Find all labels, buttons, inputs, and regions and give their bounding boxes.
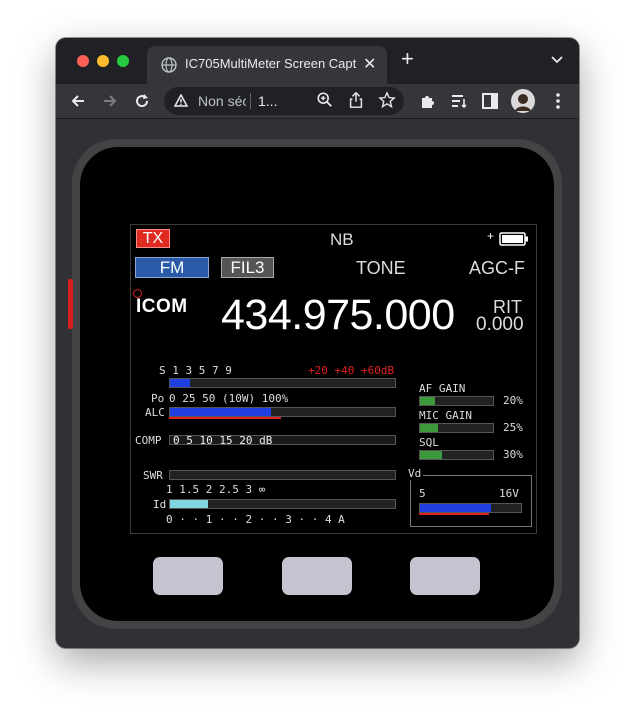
reload-icon[interactable] xyxy=(132,91,152,111)
vd-box xyxy=(410,475,532,527)
radio-device: TX NB + FM FIL3 TONE AGC-F ICOM 434.975.… xyxy=(68,139,562,629)
swr-scale: 1 1.5 2 2.5 3 ∞ xyxy=(166,483,266,496)
battery-plus: + xyxy=(487,229,495,243)
s-meter-fill xyxy=(170,379,191,387)
s-scale-white: S 1 3 5 7 9 xyxy=(159,364,232,377)
side-panel-icon[interactable] xyxy=(480,91,500,111)
extensions-puzzle-icon[interactable] xyxy=(418,91,438,111)
new-tab-button[interactable]: + xyxy=(401,48,414,70)
vd-meter-bar xyxy=(419,503,522,513)
af-gain-label: AF GAIN xyxy=(419,382,466,395)
id-meter-fill xyxy=(170,500,209,508)
page-content: TX NB + FM FIL3 TONE AGC-F ICOM 434.975.… xyxy=(56,119,579,648)
omnibox-divider xyxy=(250,93,251,109)
alc-meter-fill xyxy=(170,408,272,416)
tx-indicator: TX xyxy=(136,229,170,248)
warning-icon[interactable] xyxy=(174,94,188,107)
forward-arrow-icon[interactable] xyxy=(100,91,120,111)
radio-screen: TX NB + FM FIL3 TONE AGC-F ICOM 434.975.… xyxy=(130,224,537,534)
comp-scale: 0 5 10 15 20 dB xyxy=(173,434,273,447)
url-text[interactable]: 1... xyxy=(258,93,282,109)
af-gain-value: 20% xyxy=(503,394,523,407)
profile-avatar-icon[interactable] xyxy=(511,89,535,113)
id-label: Id xyxy=(153,498,167,511)
vd-label: Vd xyxy=(406,467,424,480)
rit-value: 0.000 xyxy=(476,314,524,335)
address-bar[interactable]: Non sécurisé 1... xyxy=(164,87,404,115)
id-meter-bar xyxy=(169,499,396,509)
maximize-window-button[interactable] xyxy=(117,55,129,67)
filter-indicator[interactable]: FIL3 xyxy=(221,257,274,278)
mic-gain-fill xyxy=(420,424,439,432)
globe-icon xyxy=(161,57,177,73)
sql-value: 30% xyxy=(503,448,523,461)
vd-min: 5 xyxy=(419,487,426,500)
po-label: Po xyxy=(151,392,165,405)
vd-zone-marker xyxy=(419,513,489,515)
mic-gain-label: MIC GAIN xyxy=(419,409,472,422)
sql-fill xyxy=(420,451,442,459)
agc-indicator: AGC-F xyxy=(469,258,525,278)
reading-list-icon[interactable] xyxy=(449,91,469,111)
tone-indicator: TONE xyxy=(356,258,406,278)
po-scale: 0 25 50 (10W) 100% xyxy=(169,392,289,405)
vd-meter-fill xyxy=(420,504,491,512)
security-label: Non sécurisé xyxy=(198,93,246,109)
alc-zone-marker xyxy=(169,417,281,419)
af-gain-slider[interactable] xyxy=(419,396,494,406)
mic-gain-value: 25% xyxy=(503,421,523,434)
af-gain-fill xyxy=(420,397,435,405)
soft-button-center[interactable] xyxy=(282,557,352,595)
alc-label: ALC xyxy=(145,406,165,419)
soft-button-right[interactable] xyxy=(410,557,480,595)
browser-window: IC705MultiMeter Screen Capture ✕ + Non s… xyxy=(56,38,579,648)
id-scale: 0 · · 1 · · 2 · · 3 · · 4 A xyxy=(166,513,345,526)
sql-label: SQL xyxy=(419,436,439,449)
sql-slider[interactable] xyxy=(419,450,494,460)
tab-close-icon[interactable]: ✕ xyxy=(363,54,376,74)
tx-led xyxy=(68,279,73,329)
icom-logo: ICOM xyxy=(136,296,188,317)
mic-gain-slider[interactable] xyxy=(419,423,494,433)
battery-icon xyxy=(499,232,528,246)
share-icon[interactable] xyxy=(347,91,365,109)
close-window-button[interactable] xyxy=(77,55,89,67)
minimize-window-button[interactable] xyxy=(97,55,109,67)
bookmark-star-icon[interactable] xyxy=(378,91,396,109)
s-scale-red: +20 +40 +60dB xyxy=(308,364,395,377)
swr-meter-bar xyxy=(169,470,396,480)
s-meter-bar xyxy=(169,378,396,388)
more-menu-icon[interactable] xyxy=(548,91,568,111)
back-arrow-icon[interactable] xyxy=(68,91,88,111)
mode-indicator[interactable]: FM xyxy=(135,257,209,278)
swr-label: SWR xyxy=(143,469,163,482)
tab-title: IC705MultiMeter Screen Capture xyxy=(185,56,357,71)
chevron-down-icon[interactable] xyxy=(550,54,564,64)
frequency-display: 434.975.000 xyxy=(221,291,455,339)
tab-strip: IC705MultiMeter Screen Capture ✕ + xyxy=(56,38,579,84)
soft-button-left[interactable] xyxy=(153,557,223,595)
zoom-icon[interactable] xyxy=(316,91,334,109)
browser-tab[interactable]: IC705MultiMeter Screen Capture ✕ xyxy=(147,46,387,84)
vd-max: 16V xyxy=(499,487,519,500)
comp-label: COMP xyxy=(135,434,162,447)
alc-meter-bar xyxy=(169,407,396,417)
browser-toolbar: Non sécurisé 1... xyxy=(56,84,579,119)
nb-indicator: NB xyxy=(330,230,354,249)
